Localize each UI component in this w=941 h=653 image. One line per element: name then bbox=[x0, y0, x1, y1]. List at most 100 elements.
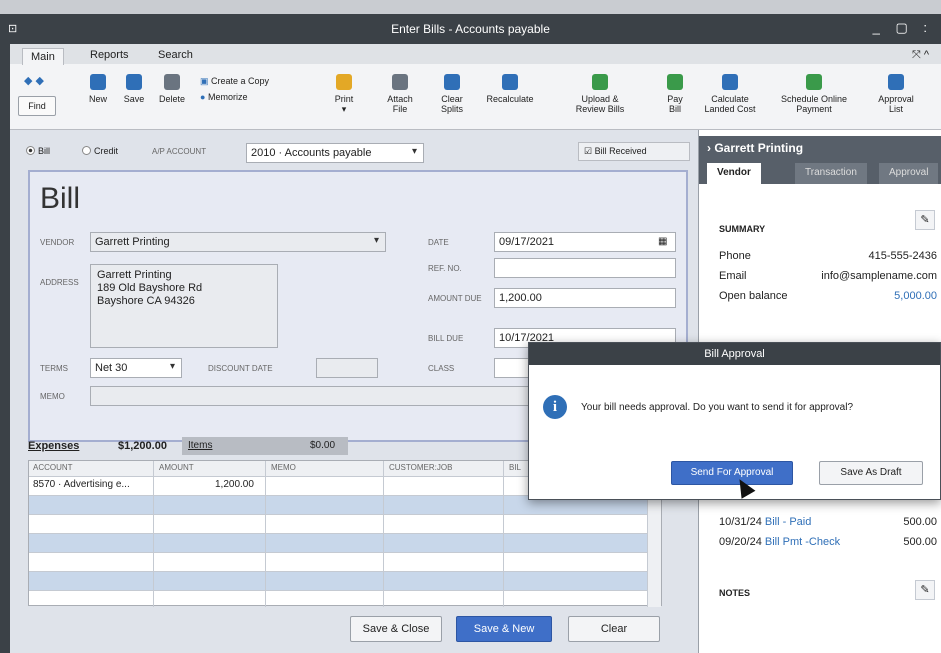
txn-type[interactable]: Bill Pmt -Check bbox=[765, 536, 840, 548]
grid-divider bbox=[503, 461, 504, 607]
bill-heading: Bill bbox=[40, 182, 81, 215]
bill-received-checkbox[interactable]: ☑ Bill Received bbox=[578, 142, 690, 161]
save-as-draft-button[interactable]: Save As Draft bbox=[819, 461, 923, 485]
new-button[interactable]: New bbox=[80, 74, 116, 104]
txn-status: - Paid bbox=[782, 516, 812, 528]
clear-splits-label-2: Splits bbox=[440, 104, 463, 114]
memorize-button[interactable]: ● Memorize bbox=[200, 92, 310, 102]
clear-splits-label: Clear bbox=[441, 94, 463, 104]
discount-date-label: DISCOUNT DATE bbox=[208, 364, 273, 373]
txn-date: 09/20/24 bbox=[719, 536, 762, 548]
clear-splits-button[interactable]: Clear Splits bbox=[434, 74, 470, 114]
open-balance-label: Open balance bbox=[719, 290, 788, 302]
clear-button[interactable]: Clear bbox=[568, 616, 660, 642]
clear-splits-icon bbox=[444, 74, 460, 90]
txn-type[interactable]: Bill bbox=[765, 516, 780, 528]
ribbon-tabs: Main Reports Search ⤧ ^ bbox=[10, 44, 941, 65]
create-copy-label: Create a Copy bbox=[211, 76, 270, 86]
delete-button[interactable]: Delete bbox=[152, 74, 192, 104]
schedule-online-payment-button[interactable]: Schedule Online Payment bbox=[768, 74, 860, 114]
terms-select[interactable]: Net 30 bbox=[90, 358, 182, 378]
new-icon bbox=[90, 74, 106, 90]
save-icon bbox=[126, 74, 142, 90]
edit-notes-icon[interactable]: ✎ bbox=[915, 580, 935, 600]
save-new-button[interactable]: Save & New bbox=[456, 616, 552, 642]
print-button[interactable]: Print ▾ bbox=[326, 74, 362, 114]
vendor-label: VENDOR bbox=[40, 238, 75, 247]
amount-due-field[interactable]: 1,200.00 bbox=[494, 288, 676, 308]
address-box[interactable]: Garrett Printing 189 Old Bayshore Rd Bay… bbox=[90, 264, 278, 348]
upload-review-button[interactable]: Upload & Review Bills bbox=[566, 74, 634, 114]
tab-reports[interactable]: Reports bbox=[82, 47, 137, 63]
expenses-amount: $1,200.00 bbox=[118, 440, 167, 452]
prev-next-arrows-icon[interactable]: ◆ ◆ bbox=[24, 74, 44, 87]
save-button[interactable]: Save bbox=[116, 74, 152, 104]
date-field[interactable]: 09/17/2021 bbox=[494, 232, 676, 252]
calculator-icon bbox=[502, 74, 518, 90]
tab-items[interactable]: Items $0.00 bbox=[182, 437, 348, 455]
calc-label-2: Landed Cost bbox=[704, 104, 756, 114]
bill-radio[interactable]: Bill bbox=[26, 146, 50, 156]
table-row[interactable] bbox=[29, 553, 649, 572]
list-item[interactable]: 10/31/24 Bill - Paid 500.00 bbox=[719, 516, 937, 528]
tab-approval[interactable]: Approval bbox=[879, 163, 939, 184]
phone-label: Phone bbox=[719, 250, 751, 262]
col-amount[interactable]: AMOUNT bbox=[159, 463, 194, 472]
create-copy-button[interactable]: ▣ Create a Copy bbox=[200, 76, 310, 86]
paperclip-icon bbox=[392, 74, 408, 90]
col-customer-job[interactable]: CUSTOMER:JOB bbox=[389, 463, 452, 472]
approval-label: Approval bbox=[878, 94, 914, 104]
table-row[interactable] bbox=[29, 572, 649, 591]
memorize-label: Memorize bbox=[207, 92, 248, 102]
delete-label: Delete bbox=[158, 94, 185, 104]
ap-account-select[interactable]: 2010 · Accounts payable bbox=[246, 143, 424, 163]
table-row[interactable] bbox=[29, 515, 649, 534]
save-close-button[interactable]: Save & Close bbox=[350, 616, 442, 642]
attach-label-2: File bbox=[392, 104, 408, 114]
col-account[interactable]: ACCOUNT bbox=[33, 463, 73, 472]
attach-label: Attach bbox=[387, 94, 413, 104]
pay-bill-button[interactable]: Pay Bill bbox=[660, 74, 690, 114]
row-amount: 1,200.00 bbox=[215, 479, 254, 490]
memo-label: MEMO bbox=[40, 392, 65, 401]
phone-row: Phone 415-555-2436 bbox=[719, 250, 937, 262]
vendor-select[interactable]: Garrett Printing bbox=[90, 232, 386, 252]
window-title: Enter Bills - Accounts payable bbox=[391, 22, 550, 36]
amount-due-label: AMOUNT DUE bbox=[428, 294, 482, 303]
find-button[interactable]: Find bbox=[18, 96, 56, 116]
credit-radio[interactable]: Credit bbox=[82, 146, 118, 156]
upload-icon bbox=[592, 74, 608, 90]
col-memo[interactable]: MEMO bbox=[271, 463, 296, 472]
send-for-approval-button[interactable]: Send For Approval bbox=[671, 461, 793, 485]
side-panel-header[interactable]: › Garrett Printing bbox=[699, 136, 941, 160]
tab-vendor[interactable]: Vendor bbox=[707, 163, 761, 184]
bill-due-label: BILL DUE bbox=[428, 334, 464, 343]
tab-expenses[interactable]: Expenses bbox=[28, 440, 79, 452]
ribbon-toolbar: Main Reports Search ⤧ ^ ◆ ◆ Find New Sav… bbox=[10, 44, 941, 130]
checkbox-checked-icon: ☑ bbox=[584, 146, 593, 156]
recalculate-button[interactable]: Recalculate bbox=[480, 74, 540, 104]
col-billable[interactable]: BIL bbox=[509, 463, 521, 472]
pay-label-2: Bill bbox=[668, 104, 681, 114]
schedule-payment-icon bbox=[806, 74, 822, 90]
tab-main[interactable]: Main bbox=[22, 48, 64, 65]
window-controls[interactable]: _ ▢ : bbox=[873, 20, 933, 36]
open-balance-value[interactable]: 5,000.00 bbox=[894, 290, 937, 302]
grid-divider bbox=[265, 461, 266, 607]
tab-transaction[interactable]: Transaction bbox=[795, 163, 867, 184]
recalculate-label: Recalculate bbox=[486, 94, 534, 104]
new-label: New bbox=[88, 94, 107, 104]
calculate-landed-cost-button[interactable]: Calculate Landed Cost bbox=[700, 74, 760, 114]
schedule-label-2: Payment bbox=[796, 104, 832, 114]
collapse-ribbon-icon[interactable]: ⤧ ^ bbox=[904, 47, 937, 64]
list-item[interactable]: 09/20/24 Bill Pmt -Check 500.00 bbox=[719, 536, 937, 548]
bill-radio-label: Bill bbox=[38, 146, 51, 156]
calendar-icon[interactable]: ▦ bbox=[658, 236, 667, 247]
ref-no-field[interactable] bbox=[494, 258, 676, 278]
attach-file-button[interactable]: Attach File bbox=[382, 74, 418, 114]
print-dropdown-icon[interactable]: ▾ bbox=[342, 104, 347, 114]
discount-date-field[interactable] bbox=[316, 358, 378, 378]
tab-search[interactable]: Search bbox=[150, 47, 201, 63]
table-row[interactable] bbox=[29, 534, 649, 553]
approval-list-button[interactable]: Approval List bbox=[872, 74, 920, 114]
